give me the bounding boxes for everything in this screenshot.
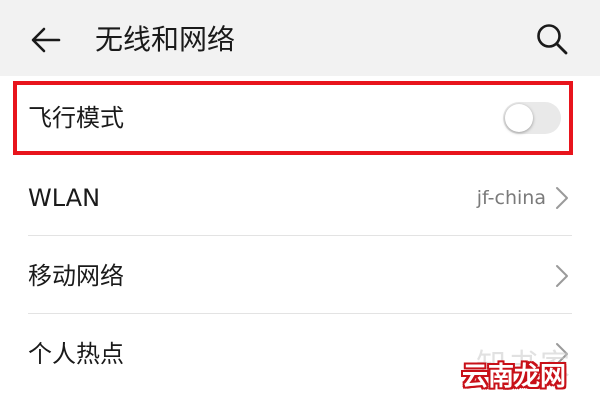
mobile-network-label: 移动网络: [28, 262, 124, 290]
airplane-mode-row[interactable]: 飞行模式: [0, 80, 600, 156]
row-divider: [28, 313, 572, 314]
hotspot-label: 个人热点: [28, 340, 124, 368]
hotspot-row[interactable]: 个人热点: [0, 316, 600, 392]
toggle-knob: [505, 104, 533, 132]
wlan-row[interactable]: WLAN jf-china: [0, 160, 600, 236]
search-button[interactable]: [530, 17, 574, 61]
search-icon: [537, 24, 568, 55]
airplane-mode-toggle[interactable]: [503, 102, 561, 134]
chevron-right-icon: [556, 343, 568, 365]
chevron-right-icon: [556, 187, 568, 209]
app-header: 无线和网络: [0, 0, 600, 76]
page-title: 无线和网络: [95, 23, 236, 56]
airplane-mode-label: 飞行模式: [28, 104, 124, 132]
arrow-left-icon: [31, 27, 61, 53]
wlan-network-value: jf-china: [476, 187, 546, 209]
chevron-right-icon: [556, 265, 568, 287]
back-button[interactable]: [24, 18, 68, 62]
mobile-network-row[interactable]: 移动网络: [0, 238, 600, 314]
row-divider: [28, 235, 572, 236]
wlan-label: WLAN: [28, 184, 101, 212]
